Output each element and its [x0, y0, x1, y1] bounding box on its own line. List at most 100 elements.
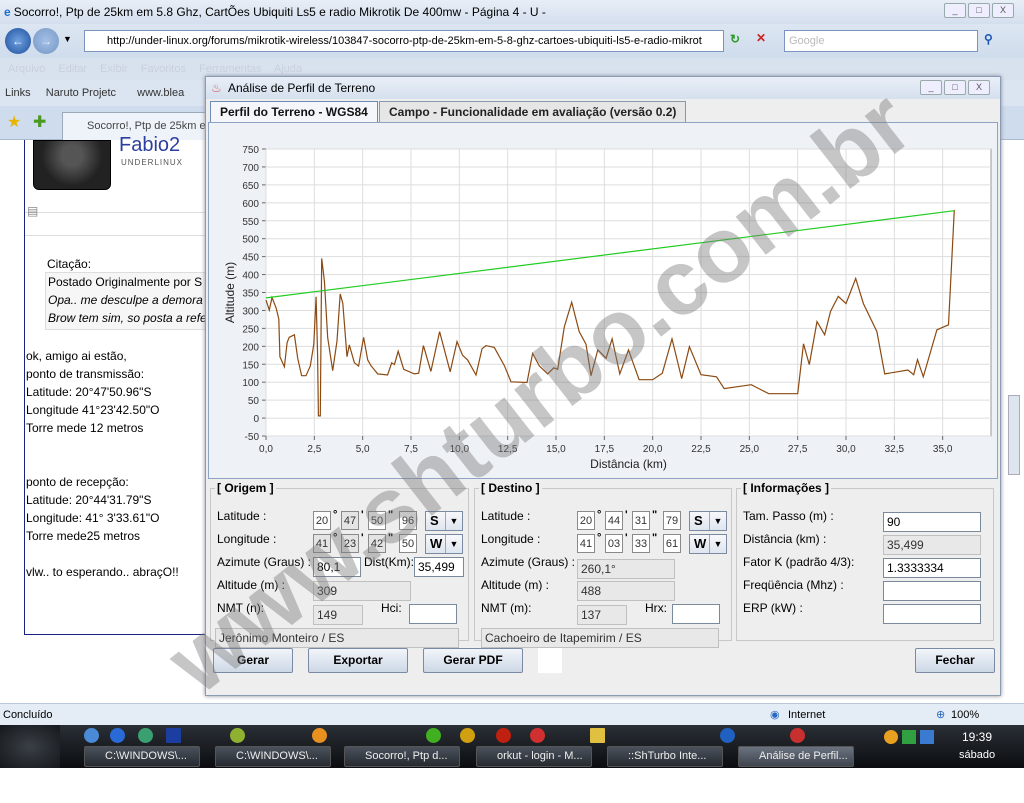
- destino-lon-label: Longitude :: [481, 532, 541, 546]
- origem-lat-min[interactable]: 47: [341, 511, 359, 530]
- destino-hrx-input[interactable]: [672, 604, 720, 624]
- search-icon[interactable]: ⚲: [984, 32, 993, 46]
- origem-lon-frac[interactable]: 50: [399, 534, 417, 553]
- taskbar-button[interactable]: orkut - login - M...: [476, 746, 592, 767]
- quicklaunch-icon[interactable]: [110, 728, 125, 743]
- quicklaunch-icon[interactable]: [496, 728, 511, 743]
- username[interactable]: Fabio2: [119, 134, 180, 157]
- menu-editar[interactable]: Editar: [58, 63, 87, 75]
- menu-ajuda[interactable]: Ajuda: [274, 63, 302, 75]
- chevron-down-icon: ▼: [709, 512, 726, 530]
- quicklaunch-icon[interactable]: [426, 728, 441, 743]
- tray-icon[interactable]: [902, 730, 916, 744]
- erp-label: ERP (kW) :: [743, 601, 803, 615]
- y-tick-label: 400: [242, 271, 259, 282]
- menu-favoritos[interactable]: Favoritos: [141, 63, 186, 75]
- history-dropdown-icon[interactable]: ▼: [63, 34, 72, 44]
- quicklaunch-icon[interactable]: [166, 728, 181, 743]
- quicklaunch-icon[interactable]: [790, 728, 805, 743]
- origem-dist-label: Dist(Km):: [364, 555, 414, 569]
- address-bar[interactable]: http://under-linux.org/forums/mikrotik-w…: [84, 30, 724, 52]
- origem-azimute-input[interactable]: 80,1: [313, 557, 361, 577]
- taskbar-button[interactable]: C:\WINDOWS\...: [84, 746, 200, 767]
- erp-input[interactable]: [883, 604, 981, 624]
- gerar-button[interactable]: Gerar: [213, 648, 293, 673]
- origem-lat-deg[interactable]: 20: [313, 511, 331, 530]
- exportar-button[interactable]: Exportar: [308, 648, 408, 673]
- quicklaunch-icon[interactable]: [312, 728, 327, 743]
- destino-lat-deg[interactable]: 20: [577, 511, 595, 530]
- destino-lat-min[interactable]: 44: [605, 511, 623, 530]
- clock-time[interactable]: 19:39: [962, 730, 992, 744]
- origem-lon-hemisphere-select[interactable]: W ▼: [425, 534, 463, 554]
- taskbar-button-active[interactable]: Análise de Perfil...: [738, 746, 854, 767]
- frequencia-input[interactable]: [883, 581, 981, 601]
- minimize-button[interactable]: _: [944, 3, 966, 18]
- start-button[interactable]: [0, 725, 60, 768]
- taskbar-button[interactable]: ::ShTurbo Inte...: [607, 746, 723, 767]
- quicklaunch-icon[interactable]: [460, 728, 475, 743]
- destino-lon-deg[interactable]: 41: [577, 534, 595, 553]
- taskbar-button[interactable]: Socorro!, Ptp d...: [344, 746, 460, 767]
- status-bar: Concluído ◉ Internet ⊕ 100%: [0, 703, 1024, 725]
- quicklaunch-icon[interactable]: [84, 728, 99, 743]
- gerar-pdf-button[interactable]: Gerar PDF: [423, 648, 523, 673]
- refresh-icon[interactable]: ↻: [730, 32, 740, 46]
- x-tick-label: 7,5: [404, 444, 418, 455]
- quicklaunch-icon[interactable]: [720, 728, 735, 743]
- favorites-star-icon[interactable]: ★: [7, 112, 21, 132]
- origem-nmt-field: 149: [313, 605, 363, 625]
- dialog-minimize-button[interactable]: _: [920, 80, 942, 95]
- dialog-close-button[interactable]: X: [968, 80, 990, 95]
- origem-lat-hemisphere-select[interactable]: S ▼: [425, 511, 463, 531]
- add-favorite-icon[interactable]: ✚: [33, 112, 46, 132]
- origem-lon-sec[interactable]: 42: [368, 534, 386, 553]
- taskbar: C:\WINDOWS\... C:\WINDOWS\... Socorro!, …: [0, 725, 1024, 768]
- zoom-icon[interactable]: ⊕: [936, 704, 945, 726]
- destino-lat-sec[interactable]: 31: [632, 511, 650, 530]
- link-bleach[interactable]: www.blea: [137, 87, 184, 99]
- tray-icon[interactable]: [920, 730, 934, 744]
- passo-input[interactable]: 90: [883, 512, 981, 532]
- stop-icon[interactable]: ✕: [756, 31, 766, 45]
- close-button[interactable]: X: [992, 3, 1014, 18]
- destino-lon-frac[interactable]: 61: [663, 534, 681, 553]
- destino-hrx-label: Hrx:: [645, 601, 667, 615]
- destino-lon-hemisphere-select[interactable]: W ▼: [689, 534, 727, 554]
- forward-button[interactable]: →: [33, 28, 59, 54]
- search-input[interactable]: Google: [784, 30, 978, 52]
- destino-lon-sec[interactable]: 33: [632, 534, 650, 553]
- destino-lat-frac[interactable]: 79: [663, 511, 681, 530]
- quicklaunch-icon[interactable]: [138, 728, 153, 743]
- maximize-button[interactable]: □: [968, 3, 990, 18]
- taskbar-button[interactable]: C:\WINDOWS\...: [215, 746, 331, 767]
- menu-arquivo[interactable]: Arquivo: [8, 63, 45, 75]
- origem-lon-min[interactable]: 23: [341, 534, 359, 553]
- quicklaunch-icon[interactable]: [230, 728, 245, 743]
- post-line: ponto de transmissão:: [26, 367, 145, 381]
- dialog-maximize-button[interactable]: □: [944, 80, 966, 95]
- zoom-level[interactable]: 100%: [951, 704, 979, 726]
- origem-dist-input[interactable]: 35,499: [414, 557, 464, 577]
- origem-legend: [ Origem ]: [217, 481, 274, 495]
- quicklaunch-icon[interactable]: [590, 728, 605, 743]
- back-button[interactable]: ←: [5, 28, 31, 54]
- origem-lat-frac[interactable]: 96: [399, 511, 417, 530]
- fechar-button[interactable]: Fechar: [915, 648, 995, 673]
- menu-ferramentas[interactable]: Ferramentas: [199, 63, 261, 75]
- quicklaunch-icon[interactable]: [530, 728, 545, 743]
- menu-exibir[interactable]: Exibir: [100, 63, 128, 75]
- tab-perfil-terreno[interactable]: Perfil do Terreno - WGS84: [210, 101, 378, 122]
- tab-campo[interactable]: Campo - Funcionalidade em avaliação (ver…: [379, 101, 687, 122]
- x-tick-label: 17,5: [595, 444, 615, 455]
- destino-lon-min[interactable]: 03: [605, 534, 623, 553]
- fator-k-label: Fator K (padrão 4/3):: [743, 555, 855, 569]
- scrollbar-thumb[interactable]: [1008, 395, 1020, 475]
- destino-lat-hemisphere-select[interactable]: S ▼: [689, 511, 727, 531]
- origem-lat-sec[interactable]: 50: [368, 511, 386, 530]
- fator-k-input[interactable]: 1.3333334: [883, 558, 981, 578]
- link-naruto[interactable]: Naruto Projetc: [46, 87, 116, 99]
- origem-lon-deg[interactable]: 41: [313, 534, 331, 553]
- tray-icon[interactable]: [884, 730, 898, 744]
- origem-hci-input[interactable]: [409, 604, 457, 624]
